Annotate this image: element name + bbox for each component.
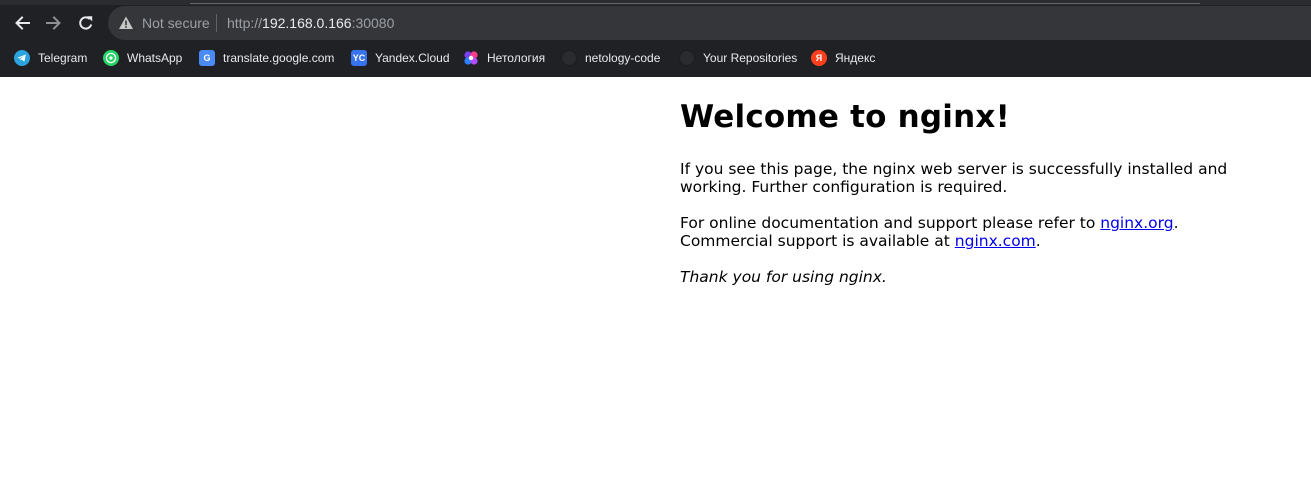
address-bar-separator <box>216 14 217 32</box>
nginx-com-link[interactable]: nginx.com <box>955 232 1036 250</box>
tab-strip-line <box>190 3 1200 4</box>
back-button[interactable] <box>8 9 36 37</box>
bookmark-label: translate.google.com <box>223 51 335 65</box>
github-icon <box>679 50 695 66</box>
reload-button[interactable] <box>72 9 100 37</box>
browser-toolbar: Not secure http://192.168.0.166:30080 <box>0 5 1311 41</box>
yandex-glyph: Я <box>815 52 823 63</box>
bookmark-yandex-cloud[interactable]: YC Yandex.Cloud <box>351 45 450 71</box>
bookmark-netology[interactable]: Нетология <box>463 45 545 71</box>
documentation-paragraph: For online documentation and support ple… <box>680 214 1240 250</box>
url-scheme: http:// <box>227 15 263 31</box>
bookmark-yandex[interactable]: Я Яндекс <box>811 45 875 71</box>
nginx-welcome-content: Welcome to nginx! If you see this page, … <box>680 97 1240 286</box>
browser-chrome: Not secure http://192.168.0.166:30080 Te… <box>0 0 1311 77</box>
bookmark-label: Telegram <box>38 51 88 65</box>
security-status-label[interactable]: Not secure <box>142 15 210 31</box>
yandex-icon: Я <box>811 50 827 66</box>
bookmarks-bar: Telegram WhatsApp G translate.google.com… <box>0 45 1311 71</box>
netology-icon <box>463 50 479 66</box>
bookmark-label: Your Repositories <box>703 51 798 65</box>
commercial-support-text: Commercial support is available at <box>680 232 955 250</box>
bookmark-label: WhatsApp <box>127 51 183 65</box>
bookmark-label: Нетология <box>487 51 546 65</box>
url-port: :30080 <box>351 15 395 31</box>
page-viewport: Welcome to nginx! If you see this page, … <box>0 77 1311 490</box>
forward-button[interactable] <box>40 9 68 37</box>
arrow-right-icon <box>46 16 61 30</box>
whatsapp-icon <box>103 50 119 66</box>
warning-triangle-icon[interactable] <box>118 15 134 31</box>
telegram-icon <box>14 50 30 66</box>
documentation-text: For online documentation and support ple… <box>680 214 1101 232</box>
arrow-left-icon <box>15 16 30 30</box>
translate-glyph: G <box>203 52 211 63</box>
thank-you-message: Thank you for using nginx. <box>680 268 887 286</box>
punctuation: . <box>1173 214 1179 232</box>
bookmark-label: Яндекс <box>835 51 876 65</box>
bookmark-telegram[interactable]: Telegram <box>14 45 87 71</box>
google-translate-icon: G <box>199 50 215 66</box>
bookmark-label: netology-code <box>585 51 661 65</box>
bookmark-translate[interactable]: G translate.google.com <box>199 45 334 71</box>
punctuation: . <box>1035 232 1041 250</box>
install-message: If you see this page, the nginx web serv… <box>680 160 1228 196</box>
page-heading: Welcome to nginx! <box>680 99 1010 135</box>
address-bar[interactable]: Not secure http://192.168.0.166:30080 <box>108 6 1311 40</box>
bookmark-your-repositories[interactable]: Your Repositories <box>679 45 797 71</box>
url-host: 192.168.0.166 <box>262 15 352 31</box>
url-text[interactable]: http://192.168.0.166:30080 <box>227 15 394 31</box>
yandex-cloud-icon: YC <box>351 50 367 66</box>
yandex-cloud-glyph: YC <box>352 52 366 63</box>
bookmark-label: Yandex.Cloud <box>375 51 450 65</box>
github-icon <box>561 50 577 66</box>
bookmark-whatsapp[interactable]: WhatsApp <box>103 45 182 71</box>
reload-icon <box>79 16 93 30</box>
nginx-org-link[interactable]: nginx.org <box>1100 214 1173 232</box>
bookmark-netology-code[interactable]: netology-code <box>561 45 660 71</box>
